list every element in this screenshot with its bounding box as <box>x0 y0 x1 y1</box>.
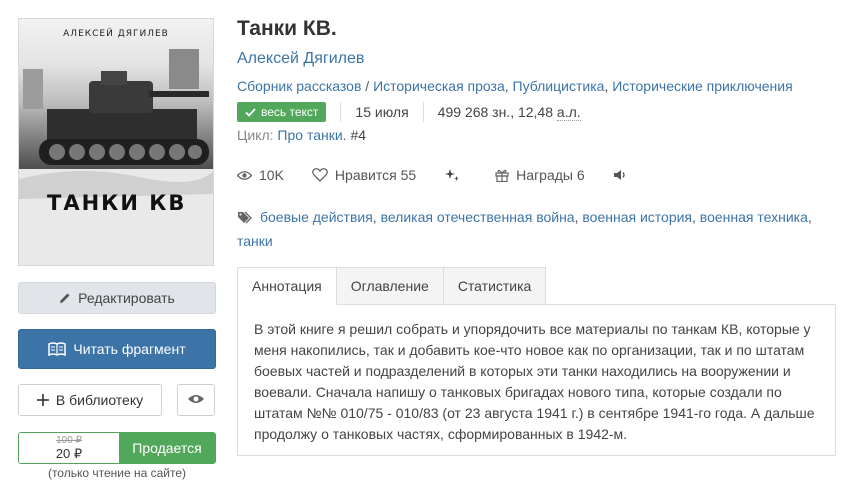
cover-author: АЛЕКСЕЙ ДЯГИЛЕВ <box>63 29 169 39</box>
likes-label: Нравится <box>334 167 397 183</box>
read-only-on-site-note: (только чтение на сайте) <box>47 466 187 480</box>
annotation-text: В этой книге я решил собрать и упорядочи… <box>237 304 836 456</box>
views-count: 10K <box>259 167 284 183</box>
eye-icon <box>237 170 252 181</box>
price-values: 100 ₽ 20 ₽ <box>19 433 119 463</box>
gift-icon <box>495 168 509 182</box>
like-button[interactable]: Нравится 55 <box>312 167 416 183</box>
awards-button[interactable]: Награды 6 <box>495 167 585 183</box>
edit-button[interactable]: Редактировать <box>18 282 216 314</box>
book-cover[interactable]: АЛЕКСЕЙ ДЯГИЛЕВ ТАНКИ КВ <box>18 18 214 266</box>
tags-list: боевые действия, великая отечественная в… <box>237 208 812 249</box>
divider <box>340 102 342 122</box>
eye-icon <box>188 392 204 408</box>
book-size: 499 268 зн., 12,48 <box>437 104 554 120</box>
book-title: Танки КВ. <box>237 17 337 40</box>
series-link[interactable]: Про танки. <box>277 127 346 143</box>
views-stat: 10K <box>237 167 284 183</box>
full-text-badge[interactable]: весь текст <box>237 102 327 122</box>
update-date: 15 июля <box>355 104 409 120</box>
series-label: Цикл: <box>237 127 274 143</box>
add-to-library-button[interactable]: В библиотеку <box>18 384 162 416</box>
genre-link[interactable]: Историческая проза <box>373 78 505 94</box>
open-book-icon <box>48 342 67 356</box>
watch-button[interactable] <box>177 384 215 416</box>
check-icon <box>245 107 256 117</box>
tag-link[interactable]: великая отечественная война <box>381 209 575 225</box>
read-fragment-label: Читать фрагмент <box>73 341 186 357</box>
sparkles-icon <box>444 168 460 182</box>
genre-link[interactable]: Сборник рассказов <box>237 78 361 94</box>
genres-list: Сборник рассказов / Историческая проза, … <box>237 78 793 94</box>
read-fragment-button[interactable]: Читать фрагмент <box>18 329 216 369</box>
divider <box>422 102 424 122</box>
tab-statistics[interactable]: Статистика <box>443 267 547 305</box>
author-sheets-abbr: а.л. <box>556 103 581 121</box>
heart-icon <box>312 168 328 182</box>
tab-annotation[interactable]: Аннотация <box>237 267 337 305</box>
tags-icon <box>237 208 255 230</box>
series-number: #4 <box>350 127 367 143</box>
genre-link[interactable]: Исторические приключения <box>612 78 792 94</box>
add-to-library-label: В библиотеку <box>55 392 144 408</box>
awards-count: 6 <box>576 167 585 183</box>
likes-count: 55 <box>400 167 417 183</box>
book-meta-row: весь текст 15 июля 499 268 зн., 12,48 а.… <box>237 101 581 123</box>
series-info: Цикл: Про танки. #4 <box>237 127 366 143</box>
audio-button[interactable] <box>613 169 634 181</box>
full-text-label: весь текст <box>261 105 319 119</box>
new-price: 20 ₽ <box>55 446 83 461</box>
old-price: 100 ₽ <box>56 435 82 446</box>
price-box[interactable]: 100 ₽ 20 ₽ Продается <box>18 432 216 464</box>
tag-link[interactable]: военная история <box>582 209 692 225</box>
pencil-icon <box>59 292 71 304</box>
tab-contents[interactable]: Оглавление <box>336 267 444 305</box>
sparkle-button[interactable] <box>444 168 467 182</box>
tag-link[interactable]: военная техника <box>700 209 808 225</box>
book-tabs: Аннотация Оглавление Статистика <box>237 267 547 305</box>
speaker-icon <box>613 169 627 181</box>
stats-row: 10K Нравится 55 Награды 6 <box>237 165 662 185</box>
author-link[interactable]: Алексей Дягилев <box>237 50 364 68</box>
tag-link[interactable]: танки <box>237 233 273 249</box>
edit-button-label: Редактировать <box>78 290 175 306</box>
cover-tank-image <box>19 49 213 265</box>
plus-icon <box>36 394 49 406</box>
genre-link[interactable]: Публицистика <box>513 78 605 94</box>
awards-label: Награды <box>516 167 573 183</box>
cover-title: ТАНКИ КВ <box>47 191 187 215</box>
buy-button[interactable]: Продается <box>119 433 215 463</box>
tag-link[interactable]: боевые действия <box>260 209 373 225</box>
